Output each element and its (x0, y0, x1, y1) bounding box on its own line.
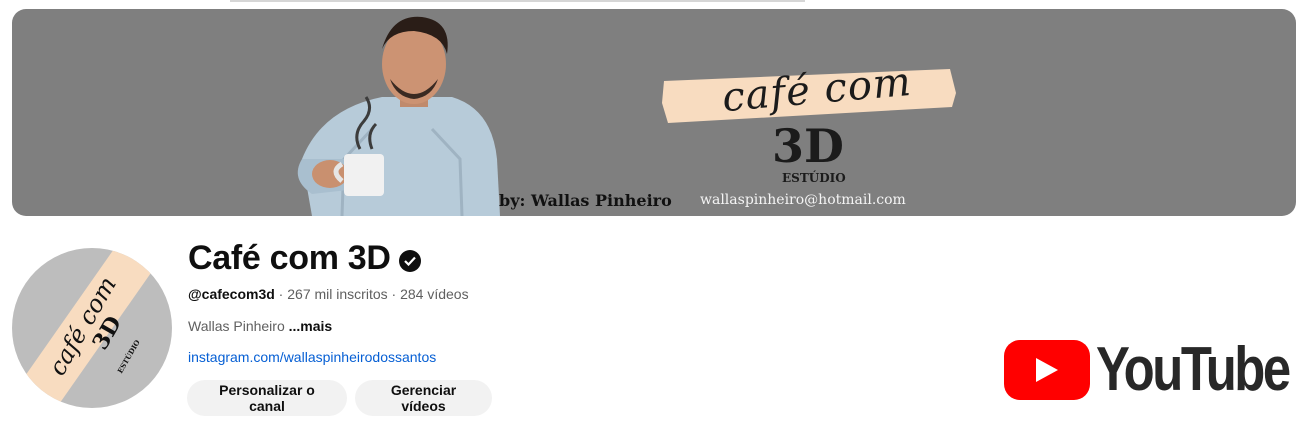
more-button[interactable]: ...mais (289, 318, 333, 334)
channel-avatar[interactable]: café com 3D ESTÚDIO (12, 248, 172, 408)
channel-name: Café com 3D (188, 239, 391, 277)
channel-handle: @cafecom3d (188, 286, 275, 302)
video-count: 284 vídeos (400, 286, 469, 302)
subscriber-count: 267 mil inscritos (287, 286, 388, 302)
banner-person-image (297, 16, 500, 216)
youtube-logo: YouTube (1004, 335, 1302, 404)
banner-brand-line2: 3D (772, 119, 844, 173)
verified-check-icon (398, 249, 421, 272)
youtube-wordmark: YouTube (1096, 335, 1291, 404)
channel-meta: @cafecom3d · 267 mil inscritos · 284 víd… (188, 286, 469, 302)
banner-author: by: Wallas Pinheiro (499, 191, 672, 210)
description-text: Wallas Pinheiro (188, 318, 285, 334)
channel-header: Café com 3D (188, 239, 421, 278)
manage-videos-button[interactable]: Gerenciar vídeos (355, 380, 492, 416)
banner-brand-line3: ESTÚDIO (782, 171, 846, 185)
avatar-brand-line3: ESTÚDIO (115, 338, 142, 375)
play-icon (1036, 358, 1058, 382)
youtube-play-badge (1004, 340, 1090, 400)
meta-separator: · (387, 286, 401, 302)
top-divider (230, 0, 805, 2)
channel-banner: café com 3D ESTÚDIO by: Wallas Pinheiro … (12, 9, 1296, 216)
channel-link[interactable]: instagram.com/wallaspinheirodossantos (188, 349, 436, 365)
meta-separator: · (274, 286, 288, 302)
customize-channel-button[interactable]: Personalizar o canal (187, 380, 347, 416)
banner-email: wallaspinheiro@hotmail.com (700, 192, 906, 208)
channel-description[interactable]: Wallas Pinheiro ...mais (188, 318, 332, 334)
